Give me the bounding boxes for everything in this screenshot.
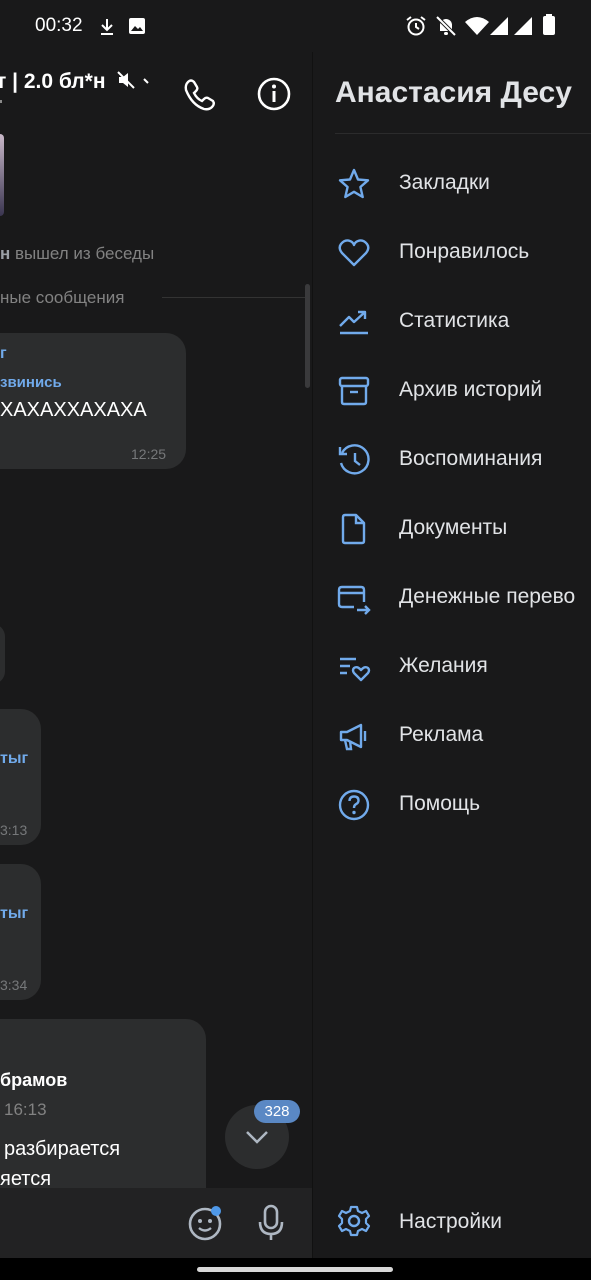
unread-separator: ные сообщения xyxy=(0,288,125,307)
photo-thumbnail[interactable] xyxy=(0,134,4,216)
download-icon xyxy=(101,19,113,35)
chat-scrollbar[interactable] xyxy=(305,284,310,388)
message-text: разбирается xyxy=(4,1138,121,1160)
menu-item-label: Желания xyxy=(399,654,488,677)
money-transfer-icon xyxy=(337,585,371,615)
navigation-drawer: Анастасия Десу Закладки Понравилось Стат… xyxy=(312,52,591,1258)
info-button[interactable] xyxy=(256,76,292,112)
microphone-button[interactable] xyxy=(256,1204,286,1242)
menu-item-bookmarks[interactable]: Закладки xyxy=(313,153,591,213)
message-author[interactable]: г xyxy=(0,345,7,363)
menu-item-help[interactable]: Помощь xyxy=(313,774,591,834)
unread-count-badge: 328 xyxy=(254,1100,300,1123)
wifi-icon xyxy=(465,17,489,35)
reply-author[interactable]: звинись xyxy=(0,374,62,391)
chevron-down-icon xyxy=(246,1131,268,1144)
menu-item-statistics[interactable]: Статистика xyxy=(313,291,591,351)
menu-item-label: Архив историй xyxy=(399,378,543,401)
muted-icon xyxy=(117,71,150,89)
home-gesture-handle[interactable] xyxy=(197,1267,393,1272)
menu-item-money-transfers[interactable]: Денежные перево xyxy=(313,567,591,627)
gear-icon xyxy=(337,1205,371,1237)
chat-pane: т | 2.0 бл*н н вышел из беседы ные сообщ… xyxy=(0,52,312,1258)
system-message: н вышел из беседы xyxy=(0,244,155,263)
menu-item-label: Закладки xyxy=(399,171,490,194)
message-author[interactable]: тыг xyxy=(0,750,28,768)
message-bubble[interactable]: г звинись ХАХАХХАХАХА 12:25 xyxy=(0,333,186,469)
status-bar: 00:32 xyxy=(0,0,591,52)
status-time: 00:32 xyxy=(35,15,83,36)
menu-item-label: Настройки xyxy=(399,1210,502,1233)
message-time: 3:34 xyxy=(0,977,28,993)
message-composer xyxy=(0,1188,312,1258)
menu-item-documents[interactable]: Документы xyxy=(313,498,591,558)
mute-notifications-icon xyxy=(435,15,457,37)
message-time: 12:25 xyxy=(131,446,167,462)
menu-item-memories[interactable]: Воспоминания xyxy=(313,429,591,489)
menu-item-label: Денежные перево xyxy=(399,585,576,608)
menu-item-label: Воспоминания xyxy=(399,447,543,470)
menu-item-ads[interactable]: Реклама xyxy=(313,705,591,765)
document-icon xyxy=(341,513,366,545)
message-author[interactable]: брамов xyxy=(0,1070,67,1091)
signal-icon xyxy=(490,17,508,35)
microphone-icon xyxy=(263,1204,279,1230)
call-button[interactable] xyxy=(182,76,218,112)
wishlist-icon xyxy=(340,657,371,682)
history-icon xyxy=(338,444,370,475)
drawer-divider xyxy=(335,133,591,134)
message-text: ХАХАХХАХАХА xyxy=(0,399,147,421)
menu-item-label: Помощь xyxy=(399,792,481,815)
chat-title-text: т | 2.0 бл*н xyxy=(0,70,106,93)
phone-icon xyxy=(184,79,215,111)
archive-icon xyxy=(338,376,370,406)
profile-name[interactable]: Анастасия Десу xyxy=(335,76,572,110)
message-time: 16:13 xyxy=(4,1100,47,1119)
emoji-button[interactable] xyxy=(187,1204,225,1242)
star-icon xyxy=(338,168,370,199)
message-author[interactable]: тыг xyxy=(0,905,28,923)
menu-item-wishes[interactable]: Желания xyxy=(313,636,591,696)
message-bubble[interactable] xyxy=(0,624,5,684)
menu-item-settings[interactable]: Настройки xyxy=(313,1190,591,1252)
chat-subtitle xyxy=(0,100,2,103)
unread-separator-line xyxy=(162,297,310,298)
menu-item-label: Реклама xyxy=(399,723,484,746)
menu-item-label: Документы xyxy=(399,516,508,539)
message-bubble[interactable]: тыг 3:13 xyxy=(0,709,41,845)
chat-title[interactable]: т | 2.0 бл*н xyxy=(0,70,151,94)
megaphone-icon xyxy=(339,723,367,751)
menu-item-label: Статистика xyxy=(399,309,510,332)
signal-icon xyxy=(514,17,532,35)
image-icon xyxy=(129,18,145,34)
message-bubble[interactable]: тыг 3:34 xyxy=(0,864,41,1000)
screen: 00:32 т | 2.0 бл*н н вышел из беседы ные… xyxy=(0,0,591,1280)
message-time: 3:13 xyxy=(0,822,28,838)
battery-icon xyxy=(543,14,555,35)
statistics-icon xyxy=(339,310,368,335)
alarm-icon xyxy=(406,16,426,36)
menu-item-liked[interactable]: Понравилось xyxy=(313,222,591,282)
menu-item-stories-archive[interactable]: Архив историй xyxy=(313,360,591,420)
help-icon xyxy=(338,789,370,821)
heart-icon xyxy=(338,239,370,267)
menu-item-label: Понравилось xyxy=(399,240,530,263)
